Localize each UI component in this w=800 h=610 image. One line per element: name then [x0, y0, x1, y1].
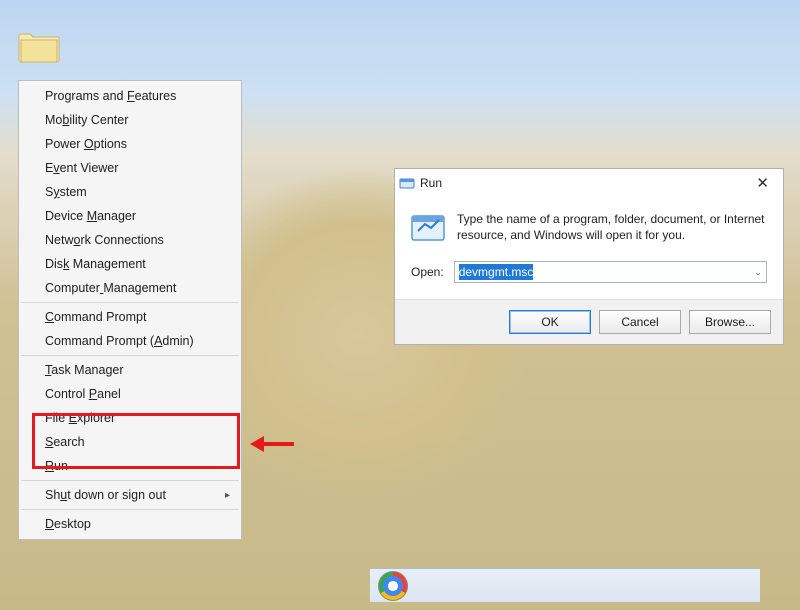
- menu-item-device-manager[interactable]: Device Manager: [20, 204, 240, 228]
- open-value[interactable]: devmgmt.msc: [455, 263, 750, 281]
- chrome-icon[interactable]: [378, 571, 408, 601]
- run-dialog: Run ✕ Type the name of a program, folder…: [394, 168, 784, 345]
- ok-button[interactable]: OK: [509, 310, 591, 334]
- menu-item-disk-management[interactable]: Disk Management: [20, 252, 240, 276]
- menu-item-computer-management[interactable]: Computer Management: [20, 276, 240, 300]
- menu-item-label: Computer Management: [45, 281, 176, 295]
- desktop-folder-icon[interactable]: [18, 28, 60, 64]
- menu-item-file-explorer[interactable]: File Explorer: [20, 406, 240, 430]
- open-combobox[interactable]: devmgmt.msc ⌄: [454, 261, 767, 283]
- menu-item-label: Shut down or sign out: [45, 488, 166, 502]
- menu-item-task-manager[interactable]: Task Manager: [20, 358, 240, 382]
- menu-item-label: System: [45, 185, 87, 199]
- menu-item-event-viewer[interactable]: Event Viewer: [20, 156, 240, 180]
- menu-item-label: Programs and Features: [45, 89, 176, 103]
- titlebar: Run ✕: [395, 169, 783, 197]
- run-description: Type the name of a program, folder, docu…: [457, 211, 767, 245]
- menu-separator: [21, 355, 239, 356]
- winx-context-menu: Programs and Features Mobility Center Powe…: [18, 80, 242, 540]
- menu-item-label: File Explorer: [45, 411, 115, 425]
- close-button[interactable]: ✕: [750, 174, 775, 192]
- chevron-down-icon[interactable]: ⌄: [750, 267, 766, 278]
- menu-item-mobility-center[interactable]: Mobility Center: [20, 108, 240, 132]
- menu-separator: [21, 509, 239, 510]
- menu-item-search[interactable]: Search: [20, 430, 240, 454]
- menu-item-label: Command Prompt (Admin): [45, 334, 194, 348]
- callout-arrow: [250, 432, 294, 461]
- chevron-right-icon: ▸: [225, 490, 230, 501]
- menu-item-shut-down-or-sign-out[interactable]: Shut down or sign out ▸: [20, 483, 240, 507]
- menu-item-label: Search: [45, 435, 85, 449]
- menu-item-system[interactable]: System: [20, 180, 240, 204]
- run-large-icon: [411, 211, 445, 245]
- menu-item-label: Run: [45, 459, 68, 473]
- menu-item-label: Mobility Center: [45, 113, 128, 127]
- menu-item-label: Desktop: [45, 517, 91, 531]
- menu-item-command-prompt-admin-[interactable]: Command Prompt (Admin): [20, 329, 240, 353]
- menu-separator: [21, 480, 239, 481]
- button-row: OK Cancel Browse...: [395, 299, 783, 344]
- menu-separator: [21, 302, 239, 303]
- open-label: Open:: [411, 265, 444, 279]
- menu-item-label: Disk Management: [45, 257, 146, 271]
- cancel-button[interactable]: Cancel: [599, 310, 681, 334]
- menu-item-label: Control Panel: [45, 387, 121, 401]
- browse-button[interactable]: Browse...: [689, 310, 771, 334]
- menu-item-control-panel[interactable]: Control Panel: [20, 382, 240, 406]
- run-icon: [399, 175, 415, 191]
- menu-item-network-connections[interactable]: Network Connections: [20, 228, 240, 252]
- menu-item-programs-and-features[interactable]: Programs and Features: [20, 84, 240, 108]
- taskbar: [370, 568, 760, 602]
- menu-item-label: Network Connections: [45, 233, 164, 247]
- menu-item-command-prompt[interactable]: Command Prompt: [20, 305, 240, 329]
- menu-item-power-options[interactable]: Power Options: [20, 132, 240, 156]
- menu-item-label: Power Options: [45, 137, 127, 151]
- menu-item-desktop[interactable]: Desktop: [20, 512, 240, 536]
- menu-item-label: Event Viewer: [45, 161, 118, 175]
- menu-item-run[interactable]: Run: [20, 454, 240, 478]
- menu-item-label: Device Manager: [45, 209, 136, 223]
- menu-item-label: Task Manager: [45, 363, 124, 377]
- menu-item-label: Command Prompt: [45, 310, 146, 324]
- dialog-title: Run: [420, 176, 442, 190]
